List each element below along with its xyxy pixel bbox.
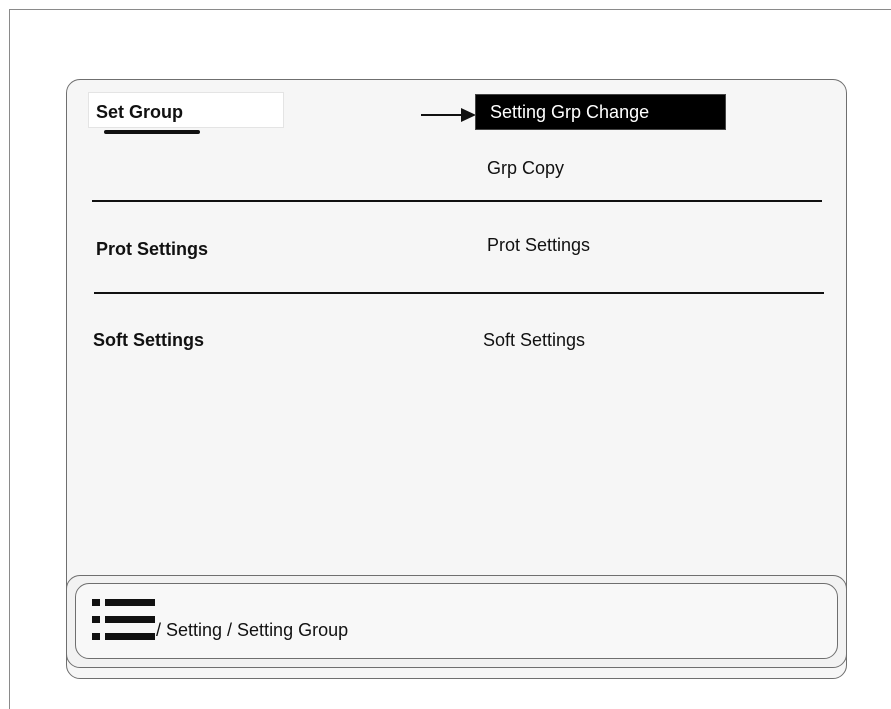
menu-list-icon[interactable] [91,598,155,648]
submenu-item-soft-settings[interactable]: Soft Settings [483,330,585,351]
submenu-item-setting-grp-change[interactable]: Setting Grp Change [475,94,726,130]
submenu-item-setting-grp-change-label: Setting Grp Change [490,101,650,122]
submenu-item-prot-settings[interactable]: Prot Settings [487,235,590,256]
menu-item-soft-settings[interactable]: Soft Settings [93,330,204,351]
menu-item-prot-settings[interactable]: Prot Settings [96,239,208,260]
menu-item-set-group[interactable]: Set Group [96,102,183,123]
submenu-item-grp-copy[interactable]: Grp Copy [487,158,564,179]
divider [92,200,822,202]
arrow-right-icon [421,108,476,122]
breadcrumb: / Setting / Setting Group [156,620,349,640]
divider [94,292,824,294]
set-group-underline [104,130,200,134]
